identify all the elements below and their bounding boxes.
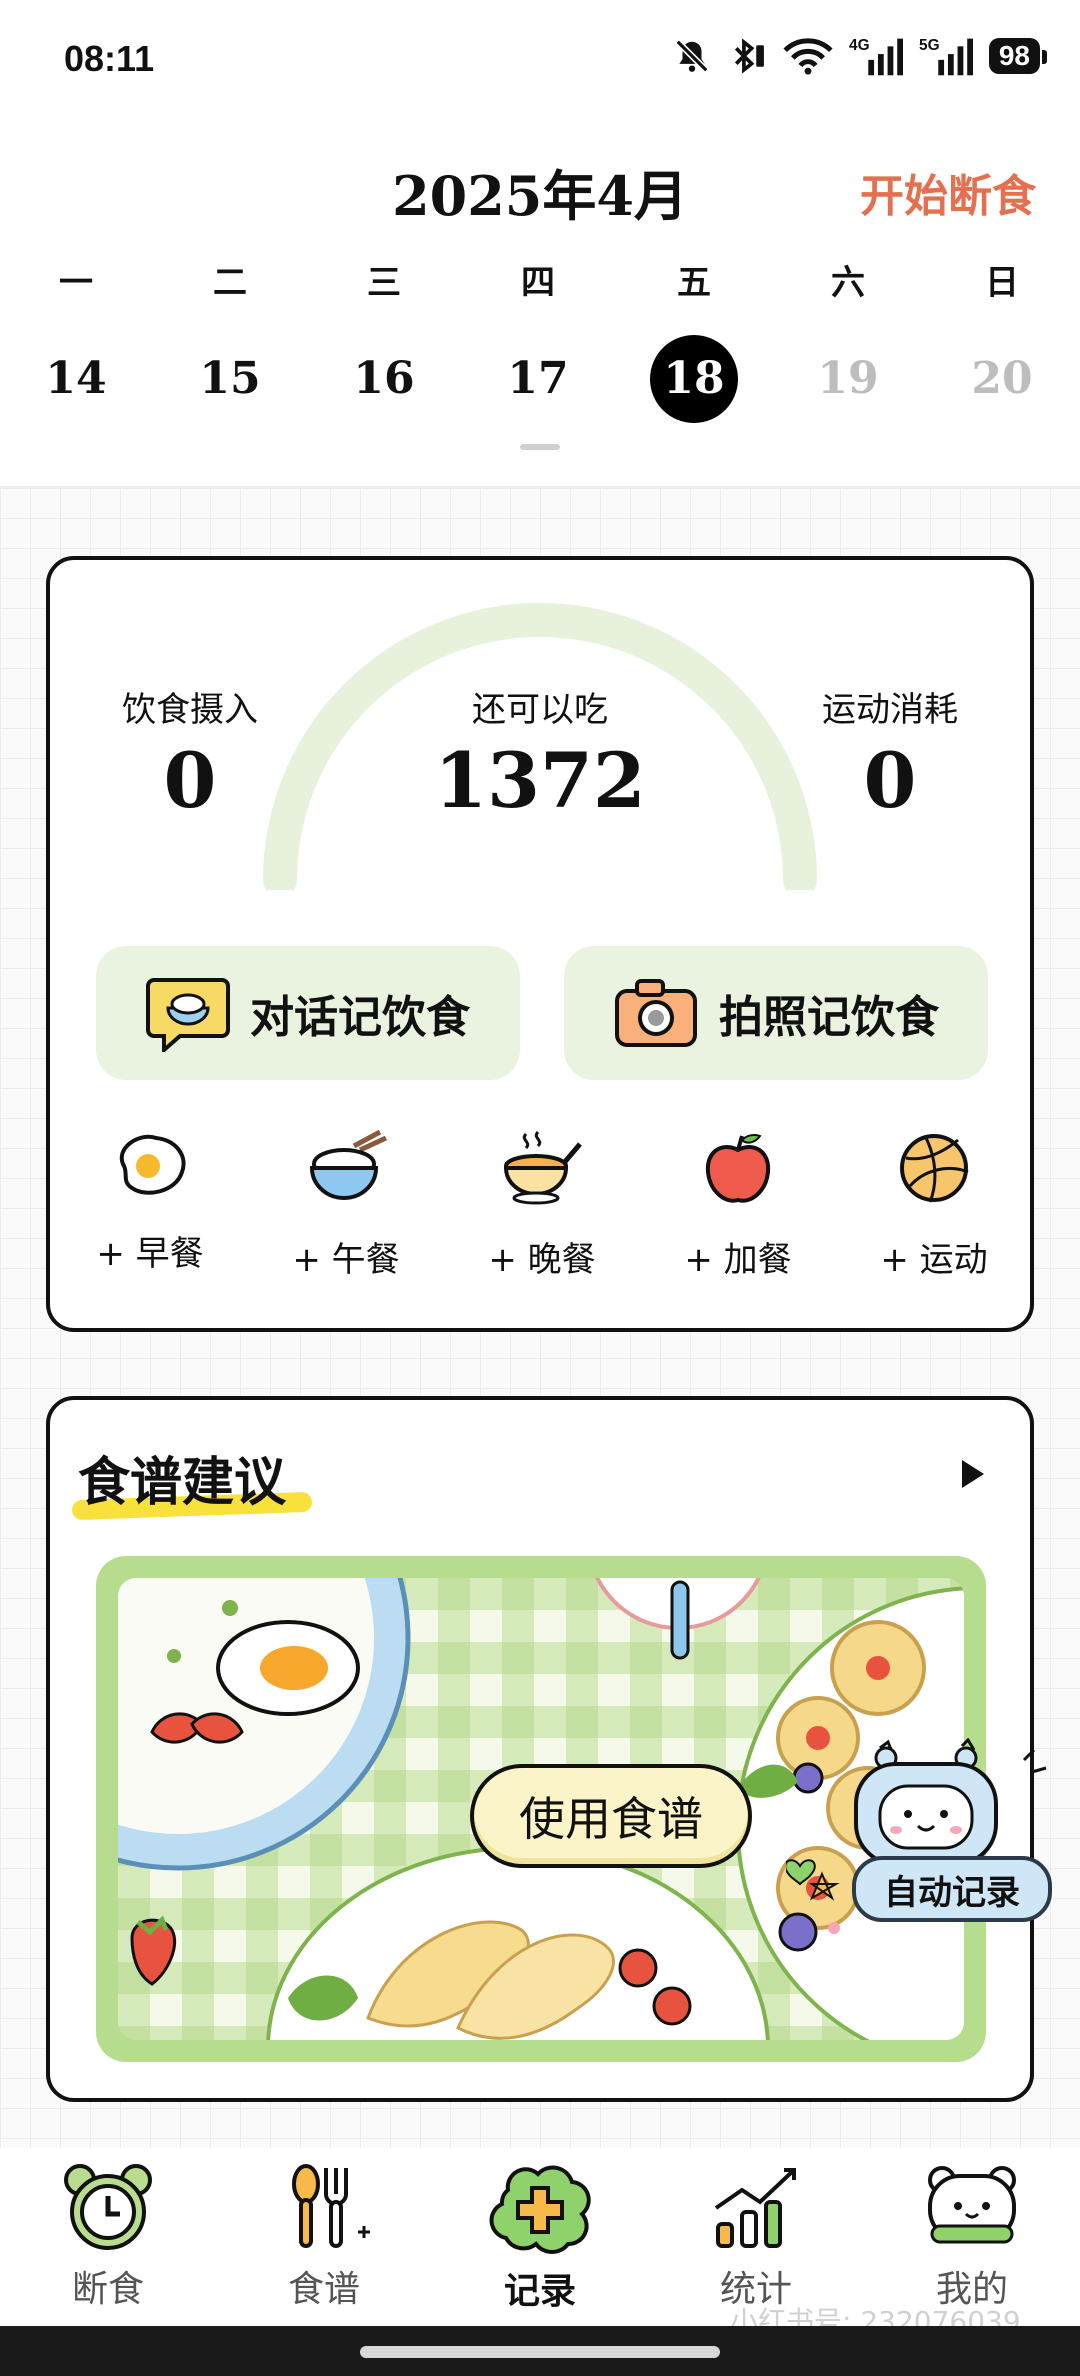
photo-record-button[interactable]: 拍照记饮食 xyxy=(564,946,988,1080)
weekday-label: 一 xyxy=(59,263,93,303)
date-item[interactable]: 15 xyxy=(186,335,274,423)
nav-tab-stats[interactable]: 统计 xyxy=(676,2162,836,2312)
mute-bell-icon xyxy=(675,39,709,73)
chat-record-label: 对话记饮食 xyxy=(250,992,470,1043)
nav-tab-record[interactable]: 记录 xyxy=(460,2162,620,2314)
svg-text:5G: 5G xyxy=(919,37,940,54)
remaining-value: 1372 xyxy=(434,736,646,825)
photo-record-label: 拍照记饮食 xyxy=(719,992,939,1043)
burn-value: 0 xyxy=(863,736,917,825)
date-item-future[interactable]: 20 xyxy=(958,335,1046,423)
weekday-label: 三 xyxy=(367,263,401,303)
date-item[interactable]: 14 xyxy=(32,335,120,423)
meal-snack-label: + 加餐 xyxy=(684,1240,792,1280)
svg-text:4G: 4G xyxy=(849,37,870,54)
meal-lunch[interactable]: + 午餐 xyxy=(266,1130,426,1281)
basketball-icon xyxy=(900,1134,969,1203)
date-row: 14 15 16 17 18 19 20 xyxy=(0,335,1080,435)
nav-tab-profile[interactable]: 我的 xyxy=(892,2162,1052,2312)
wifi-icon xyxy=(783,38,833,75)
weekday-row: 一 二 三 四 五 六 日 xyxy=(0,255,1080,315)
bear-avatar-icon xyxy=(928,2166,1016,2244)
remaining-label: 还可以吃 xyxy=(472,690,608,730)
battery-indicator: 98 xyxy=(988,38,1048,74)
calendar-expand-handle[interactable] xyxy=(520,444,560,450)
date-item[interactable]: 16 xyxy=(340,335,428,423)
start-fasting-button[interactable]: 开始断食 xyxy=(860,160,1036,224)
bluetooth-icon xyxy=(734,38,764,74)
home-indicator[interactable] xyxy=(360,2346,720,2358)
meal-snack[interactable]: + 加餐 xyxy=(658,1130,818,1281)
recipe-title: 食谱建议 xyxy=(78,1452,287,1513)
week-strip: 一 二 三 四 五 六 日 14 15 16 17 18 19 20 xyxy=(0,255,1080,435)
weekday-label: 五 xyxy=(677,263,711,303)
intake-label: 饮食摄入 xyxy=(122,690,258,730)
header: 2025年4月 开始断食 xyxy=(0,140,1080,240)
status-bar: 08:11 4G 5G 98 xyxy=(0,0,1080,130)
meal-dinner[interactable]: + 晚餐 xyxy=(462,1130,622,1281)
chat-record-button[interactable]: 对话记饮食 xyxy=(96,946,520,1080)
5g-signal-icon: 5G xyxy=(919,37,973,76)
intake-value: 0 xyxy=(163,736,217,825)
plus-cloud-icon xyxy=(489,2165,591,2254)
meal-dinner-label: + 晚餐 xyxy=(488,1240,596,1280)
chat-bowl-icon xyxy=(146,978,230,1052)
weekday-label: 二 xyxy=(213,263,247,303)
soup-bowl-icon xyxy=(503,1130,582,1205)
nav-tab-fasting[interactable]: 断食 xyxy=(28,2162,188,2312)
auto-record-label: 自动记录 xyxy=(852,1856,1052,1922)
alarm-clock-icon xyxy=(64,2164,152,2250)
play-arrow-icon[interactable] xyxy=(960,1458,986,1490)
calorie-summary-card: 饮食摄入 0 还可以吃 1372 运动消耗 0 对话记饮食 拍照记饮食 + 早餐 xyxy=(46,556,1034,1332)
status-icons: 4G 5G 98 xyxy=(673,36,1048,76)
meal-breakfast[interactable]: + 早餐 xyxy=(70,1130,230,1275)
meal-exercise-label: + 运动 xyxy=(880,1240,988,1280)
system-nav-bar xyxy=(0,2326,1080,2376)
date-item-selected[interactable]: 18 xyxy=(650,335,738,423)
spoon-fork-icon xyxy=(292,2164,370,2248)
egg-icon xyxy=(119,1134,186,1195)
4g-signal-icon: 4G xyxy=(849,37,903,76)
nav-label: 记录 xyxy=(503,2271,576,2312)
recipe-title-wrap: 食谱建议 xyxy=(71,1440,313,1521)
rice-bowl-icon xyxy=(309,1130,388,1200)
weekday-label: 四 xyxy=(521,263,555,303)
use-recipe-button[interactable]: 使用食谱 xyxy=(470,1764,752,1868)
nav-tab-recipes[interactable]: 食谱 xyxy=(244,2162,404,2312)
meal-breakfast-label: + 早餐 xyxy=(96,1234,204,1274)
weekday-label: 六 xyxy=(831,263,865,303)
nav-label: 断食 xyxy=(71,2269,144,2310)
camera-icon xyxy=(615,979,697,1047)
meal-lunch-label: + 午餐 xyxy=(292,1240,400,1280)
date-item-future[interactable]: 19 xyxy=(804,335,892,423)
nav-label: 食谱 xyxy=(287,2269,360,2310)
auto-record-float[interactable]: 自动记录 xyxy=(786,1738,1076,1938)
date-item[interactable]: 17 xyxy=(494,335,582,423)
status-time: 08:11 xyxy=(64,38,155,79)
bar-chart-icon xyxy=(714,2168,796,2248)
weekday-label: 日 xyxy=(985,263,1019,303)
meal-exercise[interactable]: + 运动 xyxy=(854,1130,1014,1281)
burn-label: 运动消耗 xyxy=(822,690,958,730)
header-divider xyxy=(0,486,1080,488)
apple-icon xyxy=(705,1134,771,1203)
